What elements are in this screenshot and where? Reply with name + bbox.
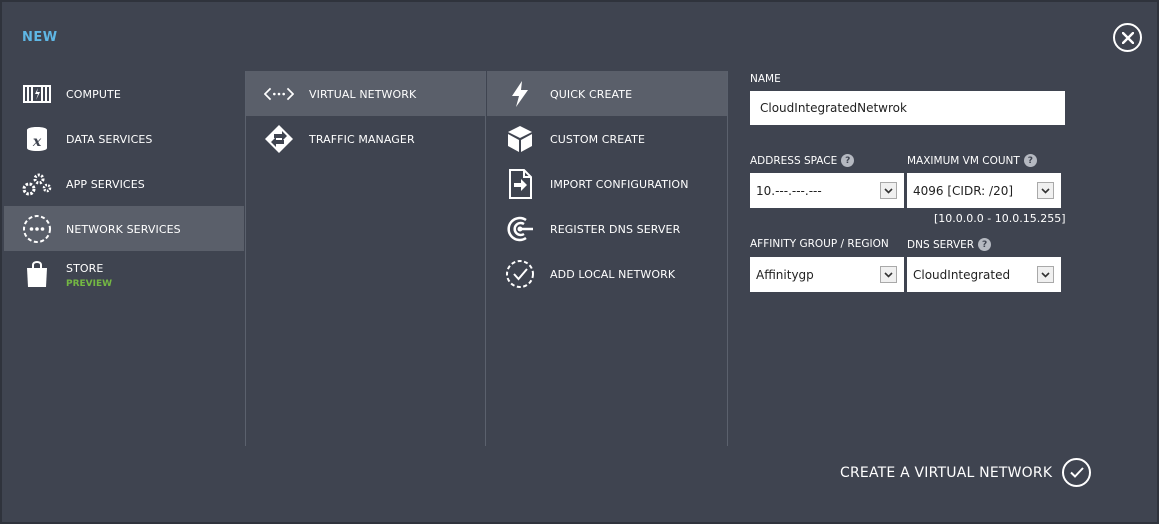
- dropdown-button[interactable]: [1037, 182, 1054, 199]
- dns-server-select[interactable]: CloudIntegrated: [907, 257, 1061, 292]
- network-services-icon: [22, 214, 52, 244]
- help-icon[interactable]: ?: [1023, 154, 1037, 167]
- affinity-group-select[interactable]: Affinitygp: [750, 257, 904, 292]
- name-input[interactable]: [750, 91, 1065, 125]
- traffic-manager-icon: [264, 124, 294, 154]
- data-services-icon: x: [22, 124, 52, 154]
- category-label: APP SERVICES: [66, 178, 145, 191]
- chevron-down-icon: [884, 271, 893, 278]
- category-label: STORE: [66, 262, 104, 275]
- create-virtual-network-button[interactable]: CREATE A VIRTUAL NETWORK: [840, 458, 1092, 487]
- max-vm-count-select[interactable]: 4096 [CIDR: /20]: [907, 173, 1061, 208]
- dropdown-button[interactable]: [1037, 266, 1054, 283]
- action-add-local-network[interactable]: ADD LOCAL NETWORK: [487, 251, 727, 296]
- name-label: NAME: [750, 73, 781, 85]
- network-item-label: TRAFFIC MANAGER: [309, 133, 415, 146]
- action-register-dns-server[interactable]: REGISTER DNS SERVER: [487, 206, 727, 251]
- address-range-text: [10.0.0.0 - 10.0.15.255]: [934, 212, 1066, 225]
- action-label: ADD LOCAL NETWORK: [550, 268, 676, 281]
- close-button[interactable]: [1113, 23, 1142, 52]
- app-services-icon: [22, 169, 52, 199]
- help-icon[interactable]: ?: [841, 154, 855, 167]
- action-custom-create[interactable]: CUSTOM CREATE: [487, 116, 727, 161]
- category-network-services[interactable]: NETWORK SERVICES: [4, 206, 244, 251]
- lightning-icon: [505, 79, 535, 109]
- item-virtual-network[interactable]: VIRTUAL NETWORK: [246, 71, 485, 116]
- dialog-title: NEW: [22, 30, 58, 45]
- box-icon: [505, 124, 535, 154]
- action-label: REGISTER DNS SERVER: [550, 223, 681, 236]
- create-label: CREATE A VIRTUAL NETWORK: [840, 464, 1053, 481]
- compute-icon: [22, 79, 52, 109]
- category-app-services[interactable]: APP SERVICES: [4, 161, 244, 206]
- checkmark-icon: [1062, 458, 1092, 487]
- dns-icon: [505, 214, 535, 244]
- action-import-configuration[interactable]: IMPORT CONFIGURATION: [487, 161, 727, 206]
- category-list: COMPUTE x DATA SERVICES APP SERVICES NET…: [4, 71, 244, 446]
- help-icon[interactable]: ?: [978, 238, 992, 251]
- address-space-label: ADDRESS SPACE ?: [750, 154, 855, 167]
- max-vm-count-label: MAXIMUM VM COUNT ?: [907, 154, 1037, 167]
- close-icon: [1121, 31, 1134, 44]
- category-store[interactable]: STORE PREVIEW: [4, 251, 244, 296]
- category-data-services[interactable]: x DATA SERVICES: [4, 116, 244, 161]
- local-network-icon: [505, 259, 535, 289]
- action-label: CUSTOM CREATE: [550, 133, 645, 146]
- new-dialog: NEW COMPUTE x DATA SERVICES APP SERVICES: [0, 0, 1159, 524]
- store-bag-icon: [22, 259, 52, 289]
- chevron-down-icon: [884, 187, 893, 194]
- dropdown-button[interactable]: [880, 266, 897, 283]
- dropdown-button[interactable]: [880, 182, 897, 199]
- chevron-down-icon: [1041, 271, 1050, 278]
- address-space-select[interactable]: 10.---.---.---: [750, 173, 904, 208]
- chevron-down-icon: [1041, 187, 1050, 194]
- virtual-network-icon: [264, 79, 294, 109]
- category-label: DATA SERVICES: [66, 133, 153, 146]
- network-item-label: VIRTUAL NETWORK: [309, 88, 417, 101]
- category-label: NETWORK SERVICES: [66, 223, 181, 236]
- network-services-list: VIRTUAL NETWORK TRAFFIC MANAGER: [245, 71, 486, 446]
- category-label: COMPUTE: [66, 88, 121, 101]
- item-traffic-manager[interactable]: TRAFFIC MANAGER: [246, 116, 485, 161]
- action-label: IMPORT CONFIGURATION: [550, 178, 689, 191]
- action-label: QUICK CREATE: [550, 88, 633, 101]
- action-list: QUICK CREATE CUSTOM CREATE IMPORT CONFIG…: [487, 71, 728, 446]
- dns-server-label: DNS SERVER ?: [907, 238, 992, 251]
- import-file-icon: [505, 169, 535, 199]
- preview-badge: PREVIEW: [66, 279, 113, 289]
- action-quick-create[interactable]: QUICK CREATE: [487, 71, 727, 116]
- category-compute[interactable]: COMPUTE: [4, 71, 244, 116]
- svg-text:x: x: [32, 134, 42, 150]
- affinity-group-label: AFFINITY GROUP / REGION: [750, 238, 889, 250]
